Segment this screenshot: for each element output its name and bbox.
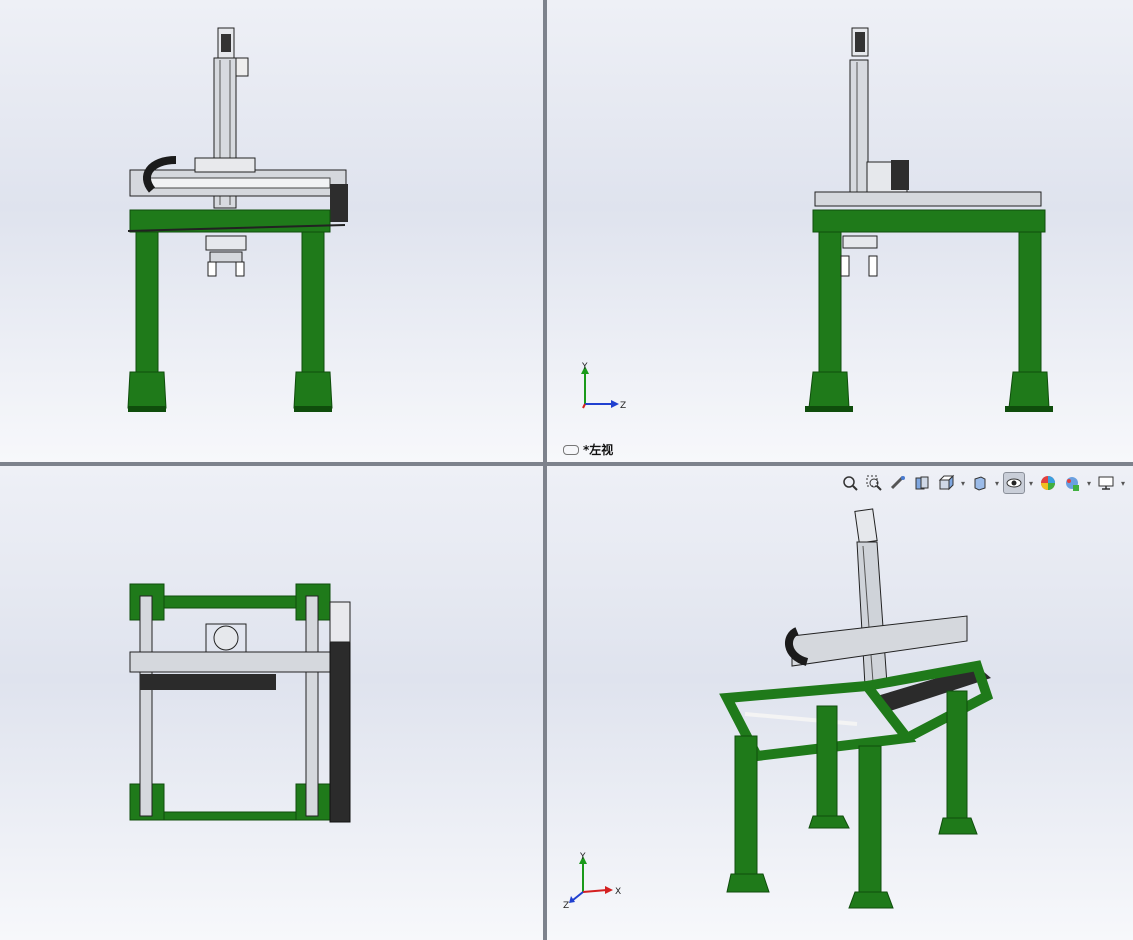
- view-name-label: *左视: [563, 441, 613, 458]
- triad-left-view: Y Z: [581, 362, 626, 411]
- viewport-splitter-vertical[interactable]: [543, 0, 547, 940]
- top-view-model: [129, 583, 351, 823]
- triad-z-label: Z: [620, 401, 626, 411]
- viewport-front[interactable]: [0, 0, 543, 462]
- triad-iso-x-label: X: [615, 887, 621, 897]
- triad-iso-z-label: Z: [563, 901, 569, 910]
- front-view-model: [127, 27, 348, 412]
- link-view-icon: [563, 444, 579, 455]
- viewport-splitter-horizontal[interactable]: [0, 462, 1133, 466]
- view-name-text: *左视: [583, 443, 614, 457]
- isometric-view-model: [719, 508, 994, 909]
- viewport-isometric[interactable]: ▾ ▾ ▾ ▾ ▾ Y X Z: [547, 466, 1133, 940]
- triad-y-label: Y: [581, 362, 588, 372]
- viewport-left[interactable]: Y Z *左视: [547, 0, 1133, 462]
- triad-iso-y-label: Y: [579, 852, 586, 862]
- viewport-top[interactable]: [0, 466, 543, 940]
- triad-iso-view: Y X Z: [563, 852, 621, 910]
